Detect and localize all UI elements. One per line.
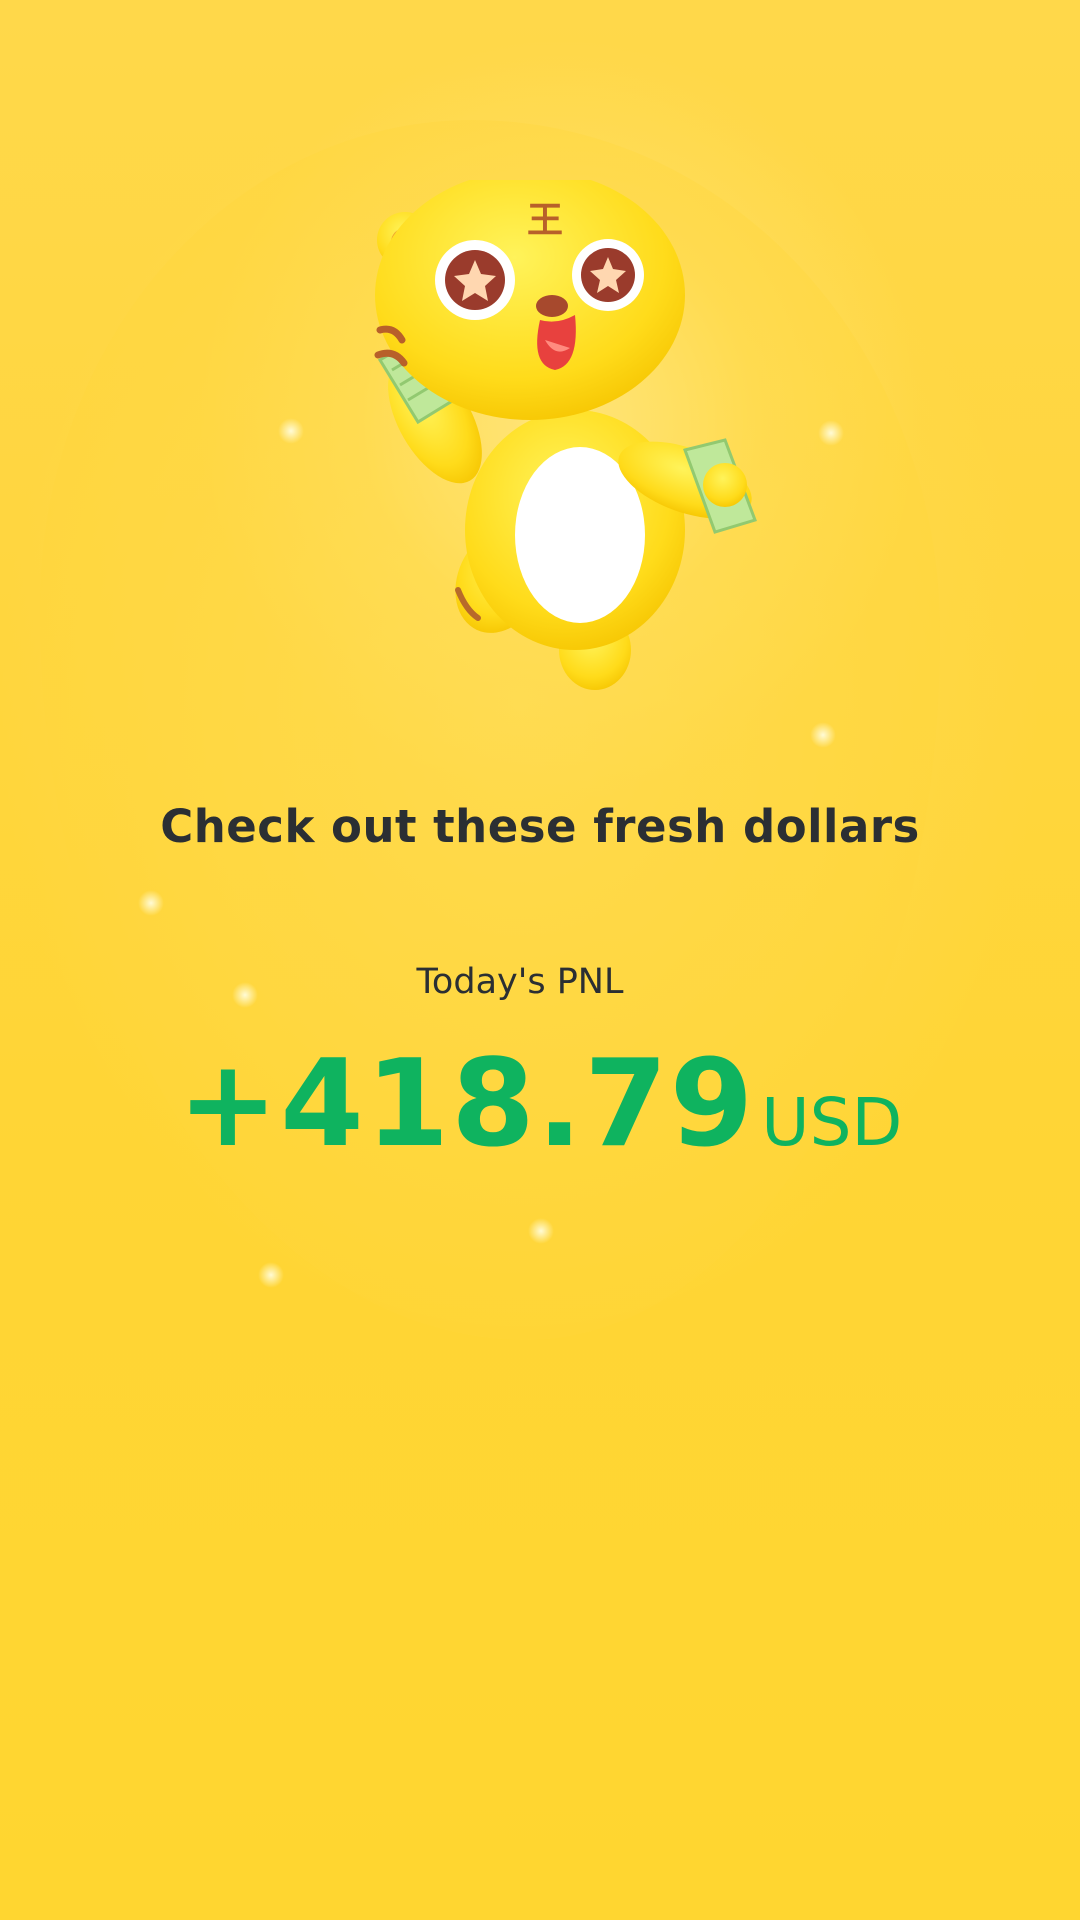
sparkle-icon [810, 722, 836, 748]
sparkle-icon [278, 418, 304, 444]
sparkle-icon [528, 1218, 554, 1244]
forehead-mark: 王 [527, 200, 563, 241]
sparkle-icon [138, 890, 164, 916]
pnl-amount: +418.79 [177, 1035, 756, 1174]
tiger-mascot-icon: 王 [374, 180, 757, 690]
sparkle-icon [818, 420, 844, 446]
sparkle-icon [258, 1262, 284, 1288]
pnl-label: Today's PNL [416, 962, 624, 1002]
pnl-currency: USD [761, 1084, 903, 1161]
headline: Check out these fresh dollars [160, 800, 920, 853]
pnl-value: +418.79USD [0, 1035, 1080, 1174]
